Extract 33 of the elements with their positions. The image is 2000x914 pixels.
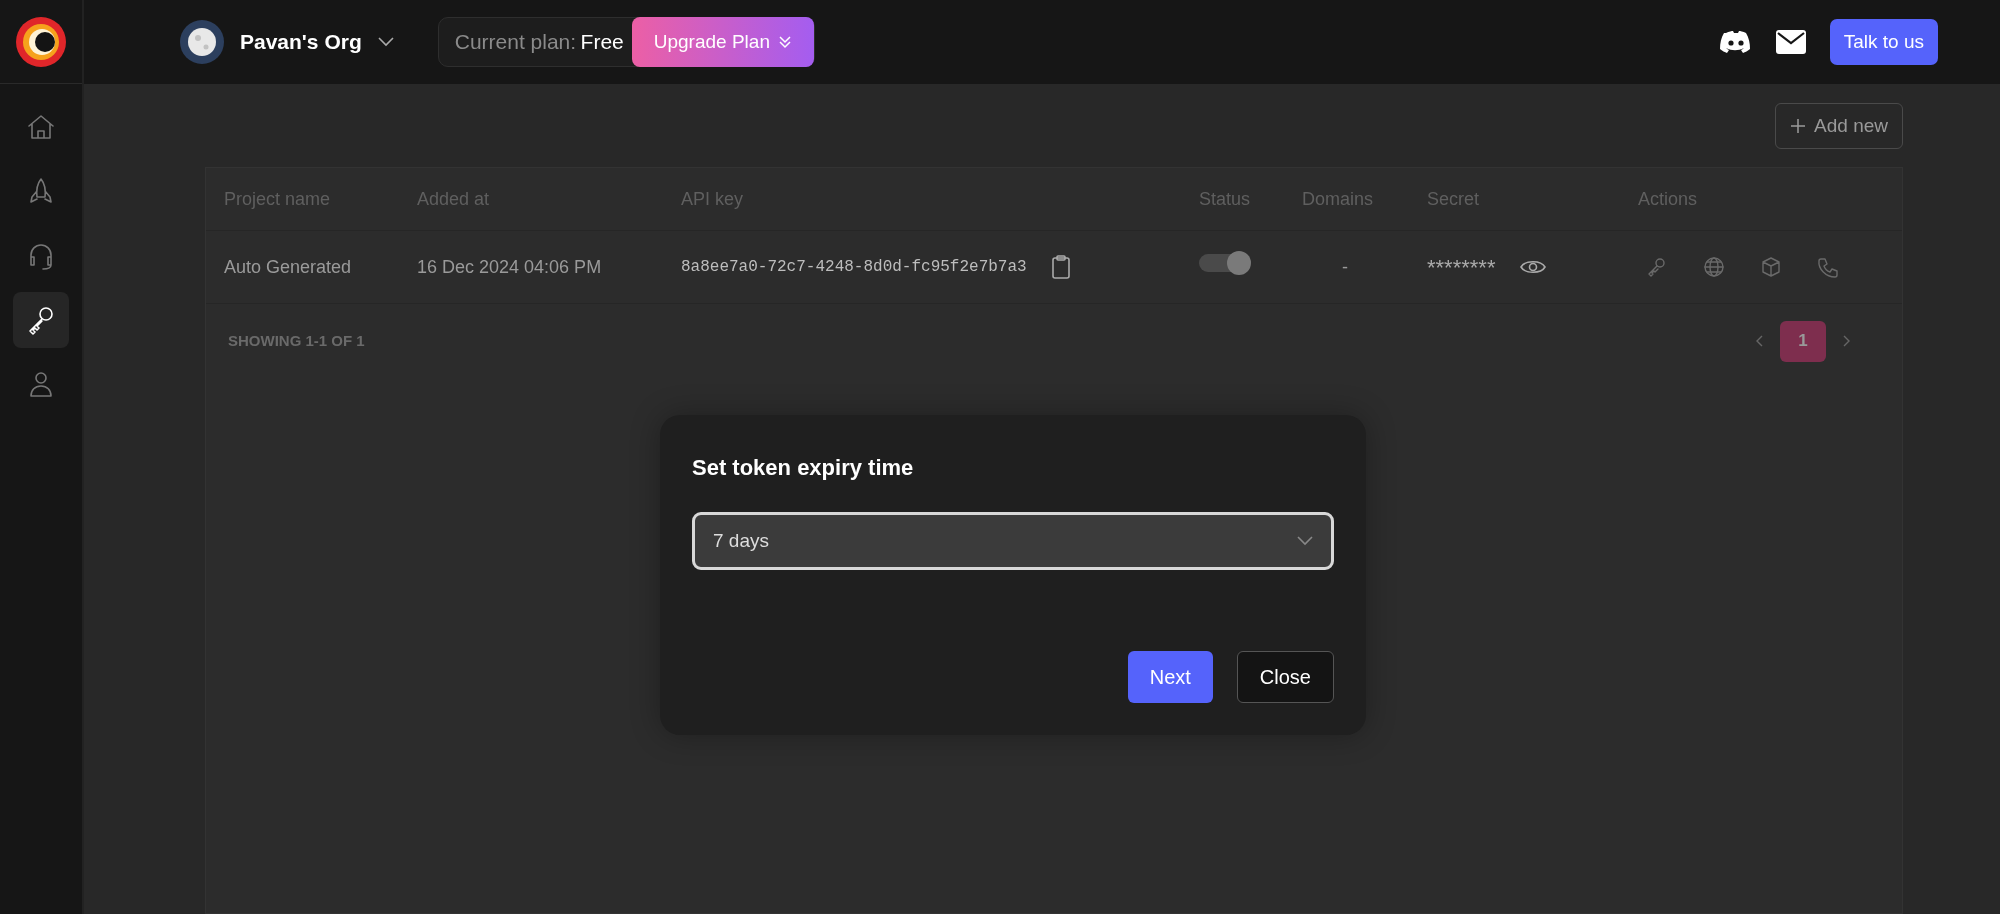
talk-to-us-button[interactable]: Talk to us [1829,19,1938,65]
org-avatar [180,20,224,64]
api-key-text: 8a8ee7a0-72c7-4248-8d0d-fc95f2e7b7a3 [681,257,1027,278]
pagination-summary: SHOWING 1-1 OF 1 [228,330,365,351]
chevron-right-icon[interactable] [1842,335,1850,347]
table-cell-text: Auto Generated [224,255,353,279]
plan-value: Free [580,30,624,54]
chevron-left-icon[interactable] [1756,335,1764,347]
add-new-button[interactable]: Add new [1775,103,1903,149]
cube-icon[interactable] [1760,256,1782,278]
page-button[interactable]: 1 [1780,320,1826,362]
plan-label: Current plan: [454,30,577,54]
globe-icon[interactable] [1703,256,1725,278]
eye-icon[interactable] [1519,258,1546,276]
phone-icon[interactable] [1817,256,1839,278]
table-cell-text: 16 Dec 2024 04:06 PM [417,255,603,279]
org-name[interactable]: Pavan's Org [240,26,362,58]
double-chevron-icon [777,35,792,49]
close-button[interactable]: Close [1236,651,1334,703]
expiry-select[interactable]: 7 days [692,512,1334,570]
logo-icon [15,15,67,68]
status-toggle[interactable] [1199,251,1253,275]
clipboard-icon[interactable] [1050,254,1071,280]
chevron-down-icon[interactable] [377,37,394,47]
upgrade-plan-button[interactable]: Upgrade Plan [631,17,814,67]
table-cell: - [1342,256,1348,277]
next-button[interactable]: Next [1127,651,1213,703]
secret-text: ******** [1427,253,1496,282]
mail-icon[interactable] [1775,30,1806,54]
discord-icon[interactable] [1719,30,1752,54]
chevron-down-icon [1297,536,1313,546]
plus-icon [1790,118,1807,134]
modal-title: Set token expiry time [692,454,915,482]
